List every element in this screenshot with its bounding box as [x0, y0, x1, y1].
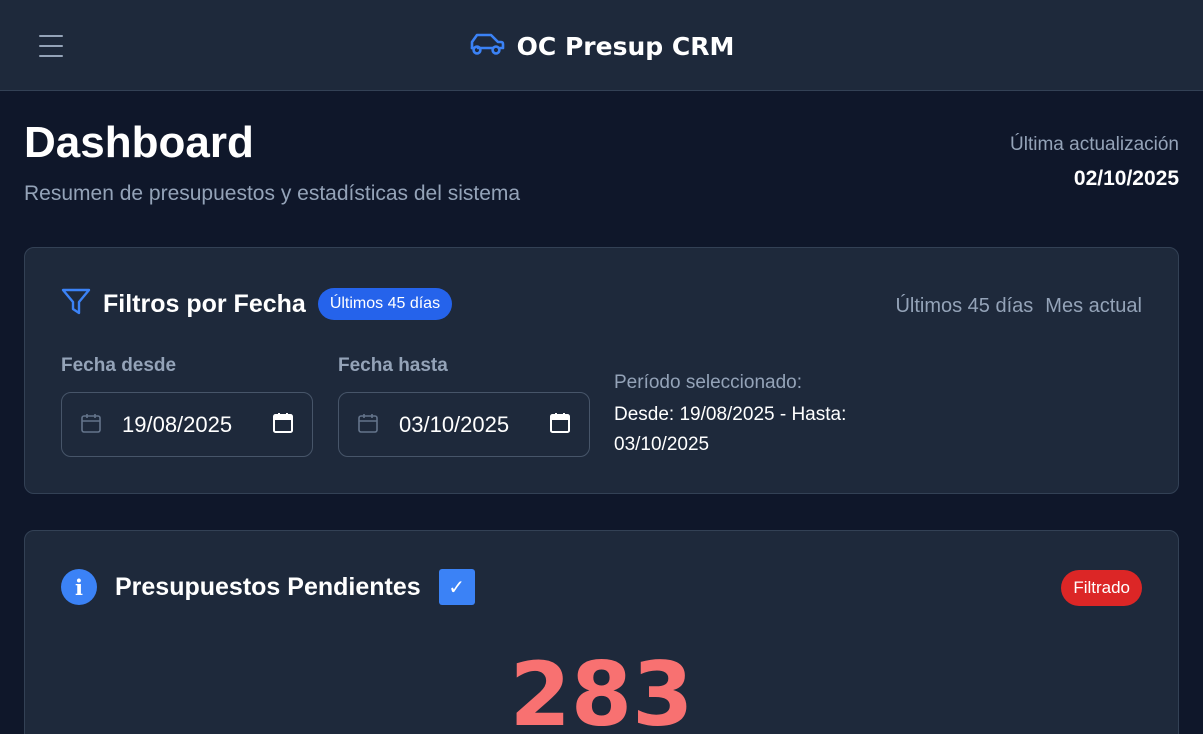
- date-from-input[interactable]: 19/08/2025: [61, 392, 313, 457]
- pending-header: i Presupuestos Pendientes ✓: [61, 569, 475, 605]
- calendar-picker-icon[interactable]: [549, 412, 571, 438]
- car-icon: [469, 31, 505, 61]
- active-filter-badge: Últimos 45 días: [317, 288, 453, 320]
- date-to-value: 03/10/2025: [399, 411, 510, 437]
- calendar-outline-icon: [80, 412, 102, 438]
- filter-icon: [61, 288, 91, 320]
- app-title: OC Presup CRM: [516, 31, 735, 61]
- date-to-input[interactable]: 03/10/2025: [338, 392, 590, 457]
- selected-period-label: Período seleccionado:: [614, 372, 803, 393]
- quick-filter-last-45-days[interactable]: Últimos 45 días: [895, 295, 1033, 318]
- selected-period-text: Desde: 19/08/2025 - Hasta: 03/10/2025: [614, 404, 847, 455]
- quick-filter-current-month[interactable]: Mes actual: [1045, 295, 1142, 318]
- top-navbar: OC Presup CRM: [0, 0, 1203, 91]
- filtered-badge: Filtrado: [1061, 570, 1142, 606]
- app-brand[interactable]: OC Presup CRM: [0, 29, 1203, 63]
- date-to-label: Fecha hasta: [338, 355, 448, 376]
- date-from-label: Fecha desde: [61, 355, 177, 376]
- date-filters-card: Filtros por Fecha Últimos 45 días Último…: [24, 247, 1179, 494]
- page-subtitle: Resumen de presupuestos y estadísticas d…: [24, 182, 521, 205]
- calendar-outline-icon: [357, 412, 379, 438]
- last-update-label: Última actualización: [1010, 134, 1179, 155]
- pending-count: 283: [509, 643, 694, 734]
- filters-title: Filtros por Fecha: [103, 289, 306, 318]
- filter-checkbox[interactable]: ✓: [438, 569, 475, 605]
- info-icon: i: [61, 569, 97, 605]
- calendar-picker-icon[interactable]: [272, 412, 294, 438]
- filters-header: Filtros por Fecha Últimos 45 días: [61, 288, 453, 320]
- last-update-date: 02/10/2025: [1073, 167, 1179, 190]
- quick-filter-links: Últimos 45 días Mes actual: [895, 295, 1142, 318]
- pending-title: Presupuestos Pendientes: [115, 572, 421, 601]
- page-title: Dashboard: [24, 118, 254, 167]
- date-from-value: 19/08/2025: [122, 411, 233, 437]
- pending-quotes-card: i Presupuestos Pendientes ✓ Filtrado 283: [24, 530, 1179, 734]
